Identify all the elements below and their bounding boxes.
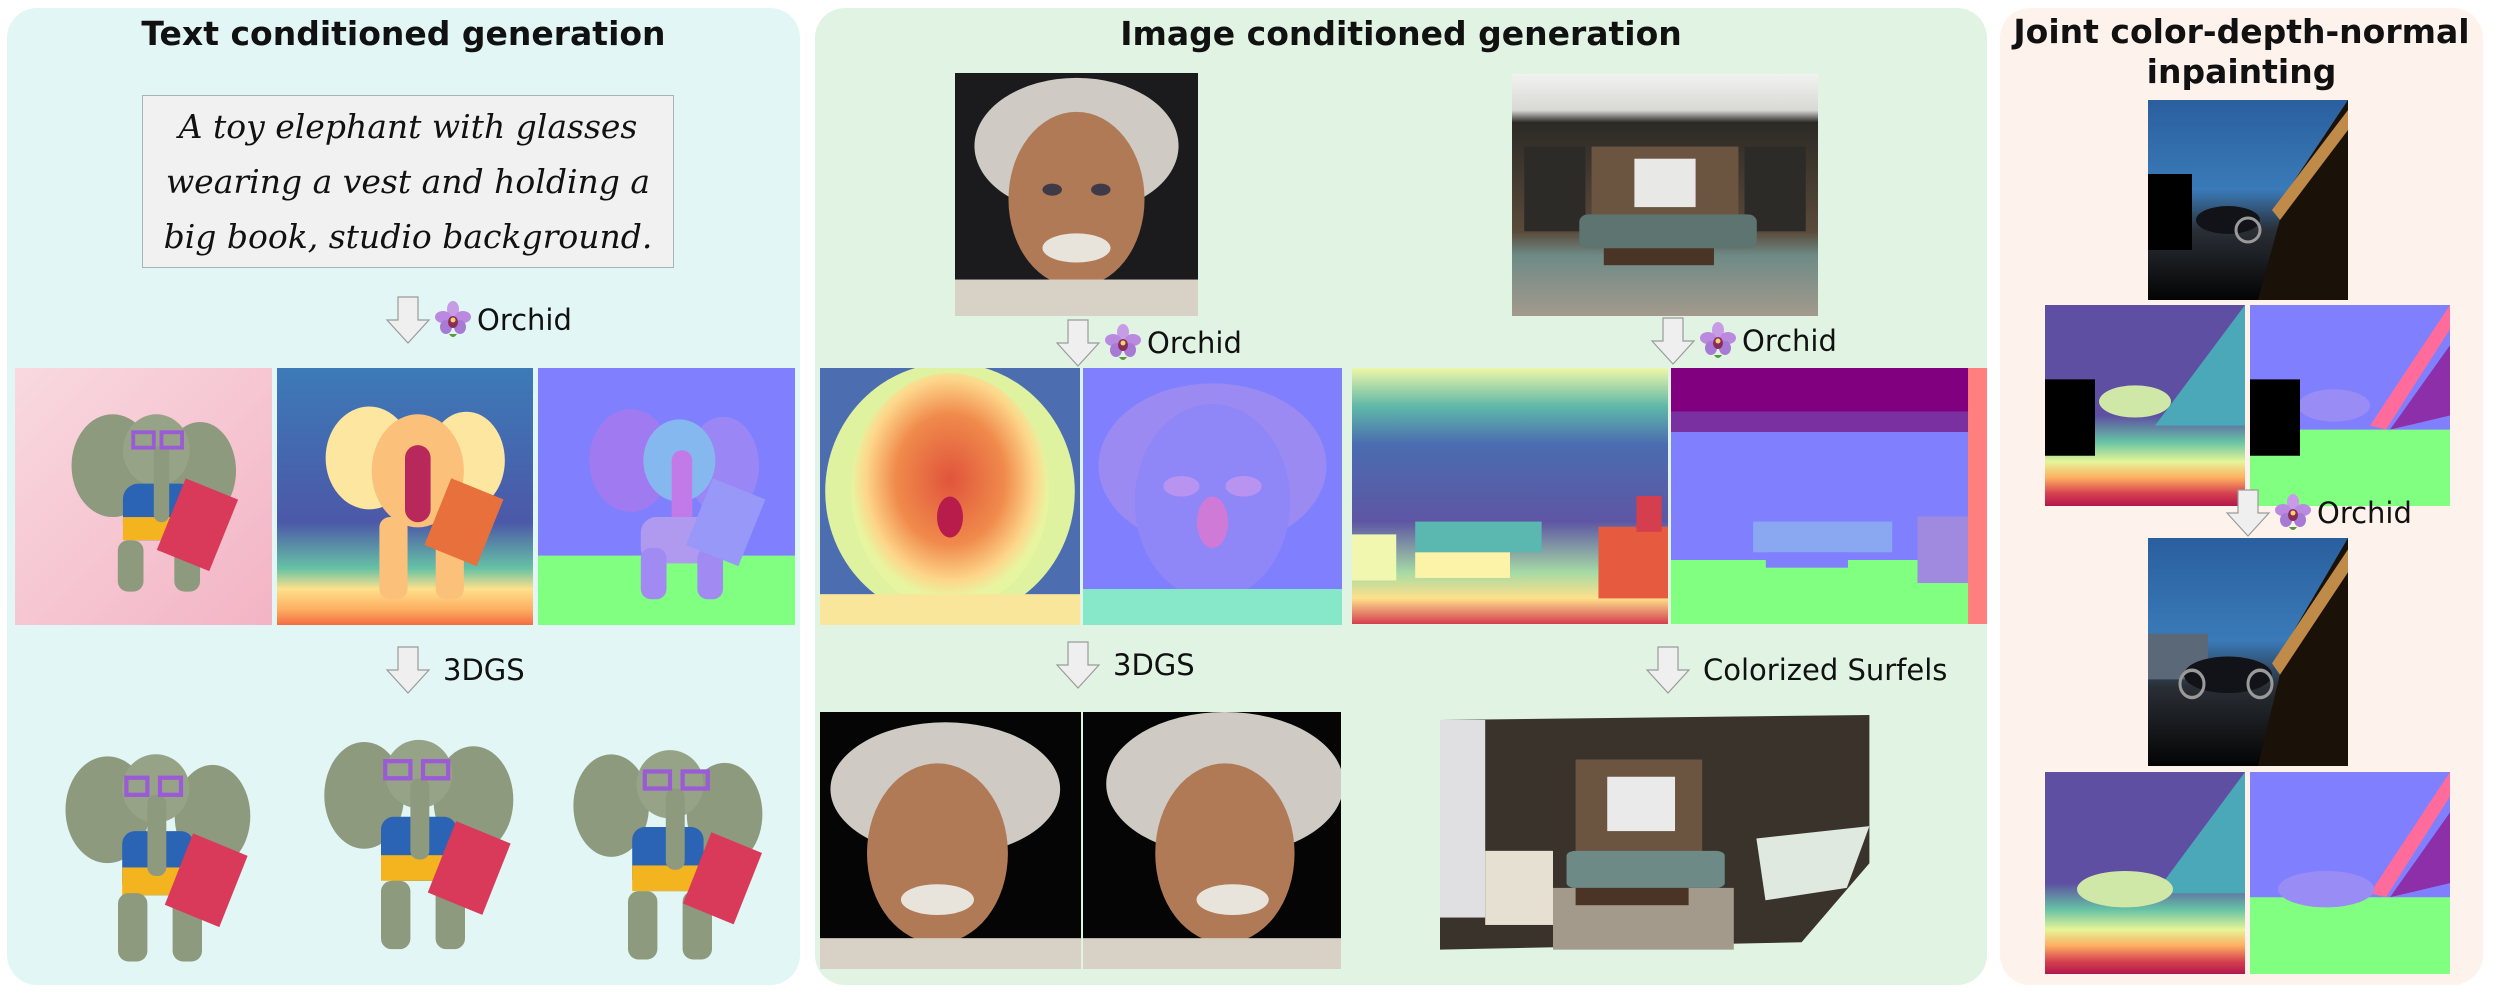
orchid-flower-icon	[2275, 493, 2311, 533]
down-arrow-icon	[1055, 319, 1101, 367]
elephant-3dgs-render	[55, 735, 265, 970]
inpainted-depth-map	[2045, 772, 2245, 974]
down-arrow-icon	[1055, 641, 1101, 689]
image-panel-title: Image conditioned generation	[1120, 14, 1682, 53]
step-3dgs-text: 3DGS	[385, 645, 525, 695]
portrait-normal-map	[1083, 368, 1342, 625]
down-arrow-icon	[1645, 646, 1691, 694]
text-panel-title: Text conditioned generation	[141, 14, 666, 53]
portrait-depth-map	[820, 368, 1080, 625]
portrait-input-image	[955, 73, 1198, 316]
portrait-3dgs-render	[820, 712, 1081, 969]
down-arrow-icon	[385, 296, 431, 344]
joint-panel-title: Joint color-depth-normal inpainting	[2000, 12, 2483, 91]
elephant-color-image	[15, 368, 272, 625]
orchid-flower-icon	[1105, 323, 1141, 363]
elephant-3dgs-render	[318, 727, 528, 962]
step-label: 3DGS	[1113, 648, 1195, 682]
text-prompt-box: A toy elephant with glasses wearing a ve…	[142, 95, 674, 268]
masked-depth-map	[2045, 305, 2245, 506]
orchid-flower-icon	[1700, 321, 1736, 361]
step-orchid-text: Orchid	[385, 295, 572, 345]
orchid-flower-icon	[435, 300, 471, 340]
down-arrow-icon	[2225, 489, 2271, 537]
portrait-3dgs-render	[1083, 712, 1341, 969]
step-orchid-portrait: Orchid	[1055, 318, 1242, 368]
step-label: Colorized Surfels	[1703, 653, 1948, 687]
elephant-3dgs-render	[565, 733, 775, 968]
step-label: Orchid	[1147, 326, 1242, 360]
masked-color-image	[2148, 100, 2348, 300]
inpainted-color-image	[2148, 538, 2348, 766]
step-colorized-surfels: Colorized Surfels	[1645, 645, 1947, 695]
step-orchid-inpainting: Orchid	[2225, 488, 2412, 538]
inpainted-normal-map	[2250, 772, 2450, 974]
step-label: Orchid	[477, 303, 572, 337]
step-orchid-room: Orchid	[1650, 316, 1837, 366]
elephant-normal-map	[538, 368, 795, 625]
joint-title-line-1: Joint color-depth-normal	[2013, 12, 2470, 51]
room-normal-map	[1671, 368, 1987, 624]
elephant-depth-map	[277, 368, 533, 625]
room-depth-map	[1352, 368, 1668, 624]
joint-title-line-2: inpainting	[2146, 51, 2337, 91]
living-room-input-image	[1512, 74, 1818, 316]
step-label: 3DGS	[443, 653, 525, 687]
down-arrow-icon	[385, 646, 431, 694]
step-label: Orchid	[2317, 496, 2412, 530]
down-arrow-icon	[1650, 317, 1696, 365]
masked-normal-map	[2250, 305, 2450, 506]
step-3dgs-portrait: 3DGS	[1055, 640, 1195, 690]
room-colorized-surfels-render	[1440, 715, 1892, 962]
step-label: Orchid	[1742, 324, 1837, 358]
